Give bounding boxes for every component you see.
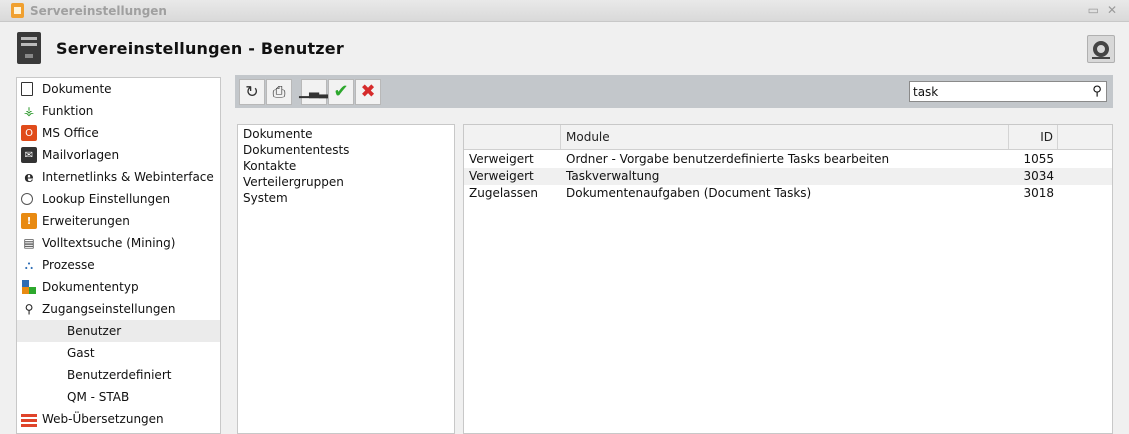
permissions-grid: Module ID Verweigert Ordner - Vorgabe be… (463, 124, 1113, 434)
lifebuoy-icon (1092, 41, 1110, 59)
sidebar-item-label: Lookup Einstellungen (42, 192, 171, 206)
maximize-icon[interactable]: ▭ (1088, 3, 1099, 17)
mail-template-icon: ✉ (21, 147, 37, 163)
sidebar-item-erweiterungen[interactable]: ! Erweiterungen (17, 210, 220, 232)
sidebar-item-label: Erweiterungen (42, 214, 130, 228)
list-item[interactable]: System (238, 190, 454, 206)
sidebar-item-label: Benutzerdefiniert (67, 368, 172, 382)
list-item[interactable]: Verteilergruppen (238, 174, 454, 190)
table-row[interactable]: Verweigert Taskverwaltung 3034 (464, 168, 1112, 185)
sidebar-item-label: Funktion (42, 104, 94, 118)
app-icon (11, 3, 24, 18)
search-box: ⚲ (909, 81, 1107, 102)
sidebar: Dokumente ⚶ Funktion O MS Office ✉ Mailv… (16, 77, 221, 434)
cell-id: 3034 (1023, 169, 1054, 183)
sidebar-item-label: MS Office (42, 126, 99, 140)
sidebar-item-benutzerdefiniert[interactable]: Benutzerdefiniert (17, 364, 220, 386)
sidebar-item-qm-stab[interactable]: QM - STAB (17, 386, 220, 408)
sidebar-item-zugangseinstellungen[interactable]: ⚲ Zugangseinstellungen (17, 298, 220, 320)
chart-icon: ▁▃▂ (299, 84, 329, 99)
function-tree-icon: ⚶ (23, 104, 35, 118)
print-icon: ⎙ (272, 81, 286, 101)
server-icon (17, 32, 41, 64)
cell-module: Dokumentenaufgaben (Document Tasks) (566, 186, 812, 200)
sidebar-item-label: QM - STAB (67, 390, 130, 404)
page-header: Servereinstellungen - Benutzer (0, 22, 1129, 74)
web-translation-icon (21, 411, 37, 427)
lookup-icon (20, 193, 33, 205)
sidebar-item-label: Gast (67, 346, 95, 360)
refresh-icon: ↻ (245, 82, 259, 101)
check-icon: ✔ (333, 81, 349, 102)
sidebar-item-label: Internetlinks & Webinterface (42, 170, 214, 184)
document-type-icon (21, 279, 37, 295)
help-button[interactable] (1087, 35, 1115, 63)
print-button[interactable]: ⎙ (266, 78, 292, 105)
extension-icon: ! (21, 213, 37, 229)
sidebar-item-ms-office[interactable]: O MS Office (17, 122, 220, 144)
table-row[interactable]: Zugelassen Dokumentenaufgaben (Document … (464, 185, 1112, 202)
ms-office-icon: O (21, 125, 37, 141)
cell-id: 1055 (1023, 152, 1054, 166)
column-header-extra (1058, 125, 1112, 149)
cancel-icon: ✖ (360, 81, 376, 102)
sidebar-item-dokumente[interactable]: Dokumente (17, 78, 220, 100)
cell-module: Ordner - Vorgabe benutzerdefinierte Task… (566, 152, 890, 166)
category-list: Dokumente Dokumententests Kontakte Verte… (237, 124, 455, 434)
sidebar-item-volltextsuche[interactable]: ▤ Volltextsuche (Mining) (17, 232, 220, 254)
sidebar-item-gast[interactable]: Gast (17, 342, 220, 364)
column-header-id[interactable]: ID (1009, 125, 1058, 149)
sidebar-item-lookup[interactable]: Lookup Einstellungen (17, 188, 220, 210)
sidebar-item-label: Zugangseinstellungen (42, 302, 176, 316)
sidebar-item-label: Benutzer (67, 324, 122, 338)
search-input[interactable] (910, 82, 1088, 101)
sidebar-item-prozesse[interactable]: ⛬ Prozesse (17, 254, 220, 276)
cell-status: Verweigert (469, 169, 534, 183)
column-header-module[interactable]: Module (561, 125, 1009, 149)
sidebar-item-label: Volltextsuche (Mining) (42, 236, 176, 250)
cancel-button[interactable]: ✖ (355, 78, 381, 105)
sidebar-item-funktion[interactable]: ⚶ Funktion (17, 100, 220, 122)
key-icon: ⚲ (24, 302, 34, 316)
cell-status: Zugelassen (469, 186, 539, 200)
column-header-status[interactable] (464, 125, 561, 149)
window-controls: ▭ ✕ (1088, 3, 1117, 17)
sidebar-item-label: Dokumente (42, 82, 112, 96)
sidebar-item-label: Dokumententyp (42, 280, 139, 294)
sidebar-item-web-uebersetzungen[interactable]: Web-Übersetzungen (17, 408, 220, 430)
sidebar-item-internetlinks[interactable]: e Internetlinks & Webinterface (17, 166, 220, 188)
cell-id: 3018 (1023, 186, 1054, 200)
cell-status: Verweigert (469, 152, 534, 166)
sidebar-item-mailvorlagen[interactable]: ✉ Mailvorlagen (17, 144, 220, 166)
cell-module: Taskverwaltung (566, 169, 660, 183)
process-icon: ⛬ (24, 257, 34, 272)
sidebar-item-benutzer[interactable]: Benutzer (17, 320, 220, 342)
grid-header: Module ID (464, 125, 1112, 150)
toolbar: ↻ ⎙ ▁▃▂ ✔ ✖ ⚲ (235, 75, 1113, 108)
fulltext-search-icon: ▤ (23, 236, 35, 250)
chart-button[interactable]: ▁▃▂ (299, 78, 329, 105)
list-item[interactable]: Kontakte (238, 158, 454, 174)
window-title: Servereinstellungen (30, 3, 167, 18)
table-row[interactable]: Verweigert Ordner - Vorgabe benutzerdefi… (464, 151, 1112, 168)
list-item[interactable]: Dokumente (238, 126, 454, 142)
window-titlebar: Servereinstellungen ▭ ✕ (0, 0, 1129, 22)
search-icon[interactable]: ⚲ (1088, 83, 1106, 101)
internet-explorer-icon: e (24, 168, 34, 186)
refresh-button[interactable]: ↻ (239, 78, 265, 105)
page-title: Servereinstellungen - Benutzer (56, 38, 344, 58)
close-icon[interactable]: ✕ (1107, 3, 1117, 17)
document-icon (20, 82, 33, 96)
sidebar-item-dokumententyp[interactable]: Dokumententyp (17, 276, 220, 298)
sidebar-item-label: Mailvorlagen (42, 148, 120, 162)
save-button[interactable]: ✔ (328, 78, 354, 105)
list-item[interactable]: Dokumententests (238, 142, 454, 158)
sidebar-item-label: Prozesse (42, 258, 95, 272)
sidebar-item-label: Web-Übersetzungen (42, 412, 164, 426)
